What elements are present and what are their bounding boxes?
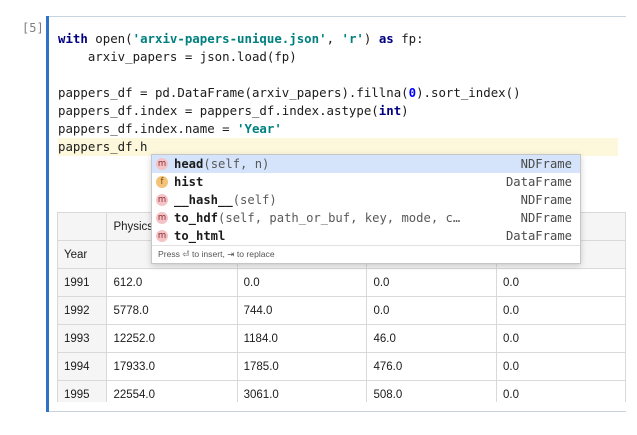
table-cell: 1184.0 xyxy=(236,324,368,353)
table-cell: 3061.0 xyxy=(236,380,368,402)
autocomplete-popup: m head(self, n) NDFrame f hist DataFrame… xyxy=(151,154,581,264)
execution-count: [5] xyxy=(22,21,44,35)
table-row: 1994 17933.0 1785.0 476.0 0.0 xyxy=(57,352,626,381)
table-cell: 1785.0 xyxy=(236,352,368,381)
table-cell: 0.0 xyxy=(496,324,626,353)
row-index: 1995 xyxy=(57,380,108,402)
row-index: 1992 xyxy=(57,296,108,325)
code-editor[interactable]: with open('arxiv-papers-unique.json', 'r… xyxy=(58,30,618,156)
index-name: Year xyxy=(57,240,108,269)
code-line-2: arxiv_papers = json.load(fp) xyxy=(58,49,297,64)
table-cell: 0.0 xyxy=(496,380,626,402)
table-cell: 0.0 xyxy=(366,268,498,297)
completion-item-head[interactable]: m head(self, n) NDFrame xyxy=(152,155,580,173)
table-cell: 508.0 xyxy=(366,380,498,402)
method-icon: m xyxy=(156,212,168,224)
completion-type: DataFrame xyxy=(505,229,572,243)
completion-name: __hash__ xyxy=(174,193,233,207)
completion-item-hash[interactable]: m __hash__(self) NDFrame xyxy=(152,191,580,209)
table-cell: 22554.0 xyxy=(106,380,238,402)
table-row: 1991 612.0 0.0 0.0 0.0 xyxy=(57,268,626,297)
completion-type: DataFrame xyxy=(505,175,572,189)
table-cell: 0.0 xyxy=(366,296,498,325)
completion-type: NDFrame xyxy=(520,157,572,171)
completion-name: to_hdf xyxy=(174,211,219,225)
table-row: 1995 22554.0 3061.0 508.0 0.0 xyxy=(57,380,626,402)
method-icon: m xyxy=(156,194,168,206)
table-cell: 0.0 xyxy=(496,296,626,325)
completion-item-to-hdf[interactable]: m to_hdf(self, path_or_buf, key, mode, c… xyxy=(152,209,580,227)
completion-signature: (self, path_or_buf, key, mode, c… xyxy=(218,211,461,225)
code-line-6: pappers_df.index.name = 'Year' xyxy=(58,121,282,136)
table-cell: 0.0 xyxy=(236,268,368,297)
row-index: 1991 xyxy=(57,268,108,297)
code-line-5: pappers_df.index = pappers_df.index.asty… xyxy=(58,103,409,118)
method-icon: m xyxy=(156,158,168,170)
completion-signature: (self, n) xyxy=(203,157,270,171)
autocomplete-hint: Press ⏎ to insert, ⇥ to replace xyxy=(152,245,580,263)
completion-type: NDFrame xyxy=(520,193,572,207)
table-cell: 476.0 xyxy=(366,352,498,381)
table-cell: 12252.0 xyxy=(106,324,238,353)
table-cell: 0.0 xyxy=(496,352,626,381)
table-cell: 17933.0 xyxy=(106,352,238,381)
table-row: 1992 5778.0 744.0 0.0 0.0 xyxy=(57,296,626,325)
completion-item-to-html[interactable]: m to_html DataFrame xyxy=(152,227,580,245)
table-cell: 5778.0 xyxy=(106,296,238,325)
completion-item-hist[interactable]: f hist DataFrame xyxy=(152,173,580,191)
code-line-1: with open('arxiv-papers-unique.json', 'r… xyxy=(58,31,424,46)
table-cell: 612.0 xyxy=(106,268,238,297)
completion-name: head xyxy=(174,157,204,171)
completion-type: NDFrame xyxy=(520,211,572,225)
row-index: 1993 xyxy=(57,324,108,353)
completion-name: to_html xyxy=(174,229,226,243)
table-row: 1993 12252.0 1184.0 46.0 0.0 xyxy=(57,324,626,353)
code-line-4: pappers_df = pd.DataFrame(arxiv_papers).… xyxy=(58,85,521,100)
corner-cell xyxy=(57,212,108,241)
table-cell: 46.0 xyxy=(366,324,498,353)
table-cell: 0.0 xyxy=(496,268,626,297)
completion-name: hist xyxy=(174,175,204,189)
function-icon: f xyxy=(156,176,168,188)
completion-signature: (self) xyxy=(232,193,277,207)
table-cell: 744.0 xyxy=(236,296,368,325)
row-index: 1994 xyxy=(57,352,108,381)
method-icon: m xyxy=(156,230,168,242)
